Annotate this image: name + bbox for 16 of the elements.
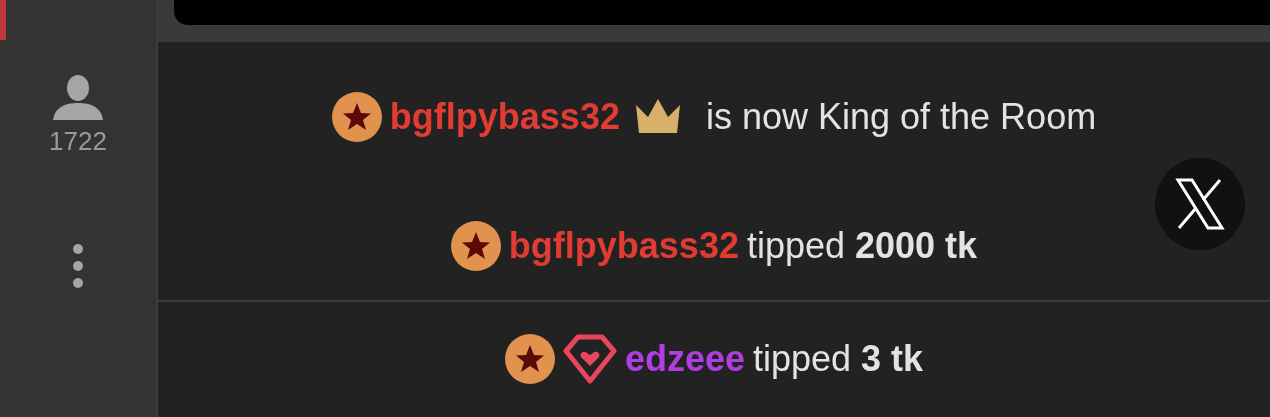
tip-text: tipped 3 tk — [752, 336, 924, 381]
star-badge-icon — [504, 333, 555, 384]
tip-text: tipped 2000 tk — [746, 224, 978, 268]
username[interactable]: bgflpybass32 — [508, 219, 739, 273]
username[interactable]: edzeee — [624, 331, 745, 386]
x-logo-icon — [1175, 178, 1225, 230]
crown-icon — [633, 99, 682, 135]
star-badge-icon — [331, 92, 382, 142]
username[interactable]: bgflpybass32 — [389, 90, 620, 144]
king-message-text: is now King of the Room — [705, 95, 1097, 139]
star-badge-icon — [450, 221, 501, 271]
heart-gem-icon — [562, 333, 617, 384]
more-icon[interactable] — [72, 244, 84, 288]
active-indicator — [0, 0, 6, 40]
user-icon — [53, 74, 103, 120]
viewer-count: 1722 — [49, 128, 107, 154]
